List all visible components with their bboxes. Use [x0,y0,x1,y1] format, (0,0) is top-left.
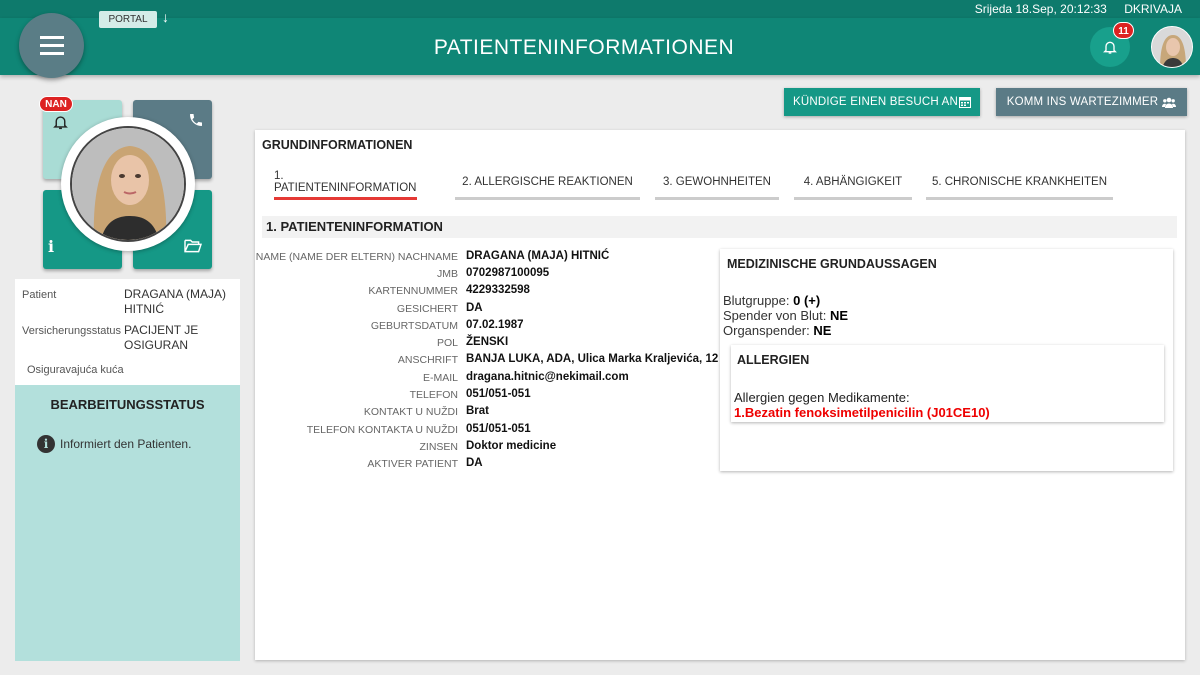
tab-dependency[interactable]: 4. ABHÄNGIGKEIT [794,166,912,200]
users-icon [1162,97,1177,108]
alerts-badge: NAN [39,96,73,112]
field-email: E-MAIL dragana.hitnic@nekimail.com [422,371,629,384]
page-title: PATIENTENINFORMATIONEN [433,36,735,59]
field-occupation: ZINSEN Doktor medicine [419,440,557,453]
patient-label: Patient [22,289,57,301]
field-name: NAME (NAME DER ELTERN) NACHNAME DRAGANA (… [255,250,610,263]
processing-status-title: BEARBEITUNGSSTATUS [50,397,205,412]
allergies-title: ALLERGIEN [737,353,810,367]
field-birth-date: GEBURTSDATUM 07.02.1987 [370,319,524,332]
medical-basics-title: MEDIZINISCHE GRUNDAUSSAGEN [727,257,937,271]
menu-icon [39,44,64,47]
portal-button[interactable]: PORTAL [99,11,157,28]
blood-group: Blutgruppe: 0 (+) [723,293,821,308]
waiting-room-button[interactable]: KOMM INS WARTEZIMMER [996,88,1187,116]
bell-icon [53,116,68,130]
basic-info-card: GRUNDINFORMATIONEN 1. PATIENTENINFORMATI… [255,130,1185,660]
organ-donor: Organspender: NE [723,323,832,338]
field-emergency-contact: KONTAKT U NUŽDI Brat [363,405,490,418]
processing-status-message: Informiert den Patienten. [60,437,192,451]
field-gender: POL ŽENSKI [436,336,509,349]
phone-icon [190,114,202,126]
insurance-label: Versicherungsstatus [22,325,122,337]
blood-donor: Spender von Blut: NE [723,308,849,323]
tab-patient-information[interactable]: 1. PATIENTENINFORMATION [274,166,417,200]
tab-allergic-reactions[interactable]: 2. ALLERGISCHE REAKTIONEN [455,166,640,200]
app-header: PATIENTENINFORMATIONEN [0,18,1200,75]
field-emergency-phone: TELEFON KONTAKTA U NUŽDI 051/051-051 [306,423,531,436]
tab-chronic-diseases[interactable]: 5. CHRONISCHE KRANKHEITEN [926,166,1113,200]
field-phone: TELEFON 051/051-051 [409,388,531,401]
field-card-number: KARTENNUMMER 4229332598 [368,284,530,297]
field-jmb: JMB 0702987100095 [437,267,550,280]
bell-icon [1103,41,1117,54]
datetime: Srijeda 18.Sep, 20:12:33 [974,2,1107,16]
waiting-room-label: KOMM INS WARTEZIMMER [1006,96,1159,108]
section-title: 1. PATIENTENINFORMATION [262,216,1177,238]
insurer-label: Osiguravajuća kuća [27,364,124,376]
folder-open-icon [184,239,202,253]
field-address: ANSCHRIFT BANJA LUKA, ADA, Ulica Marka Kr… [397,353,719,366]
arrow-down-icon[interactable]: ↓ [162,9,169,25]
schedule-visit-button[interactable]: KÜNDIGE EINEN BESUCH AN [784,88,980,116]
schedule-visit-label: KÜNDIGE EINEN BESUCH AN [793,96,958,108]
calendar-icon [959,97,971,108]
user-avatar[interactable] [1151,26,1193,68]
info-circle-icon: i [37,435,55,453]
patient-value: DRAGANA (MAJA) HITNIĆ [124,287,227,316]
top-status-strip: Srijeda 18.Sep, 20:12:33 DKRIVAJA [0,0,1200,18]
username[interactable]: DKRIVAJA [1124,2,1182,16]
allergies-subtitle: Allergien gegen Medikamente: [734,390,910,405]
processing-status-panel: BEARBEITUNGSSTATUS i Informiert den Pati… [15,385,240,661]
allergies-panel: ALLERGIEN Allergien gegen Medikamente: 1… [731,345,1164,422]
tab-habits[interactable]: 3. GEWOHNHEITEN [655,166,779,200]
menu-button[interactable] [19,13,84,78]
patient-photo [61,117,195,251]
medical-basics-panel: MEDIZINISCHE GRUNDAUSSAGEN Blutgruppe: 0… [720,249,1173,471]
card-title: GRUNDINFORMATIONEN [262,138,413,152]
info-icon: i [48,237,55,256]
patient-summary: Patient DRAGANA (MAJA) HITNIĆ Versicheru… [15,279,240,385]
notifications-count-badge: 11 [1113,22,1134,39]
insurance-value: PACIJENT JE OSIGURAN [124,323,199,352]
allergy-item: 1.Bezatin fenoksimetilpenicilin (J01CE10… [734,405,990,420]
field-insured: GESICHERT DA [396,302,483,315]
field-active-patient: AKTIVER PATIENT DA [367,457,483,470]
